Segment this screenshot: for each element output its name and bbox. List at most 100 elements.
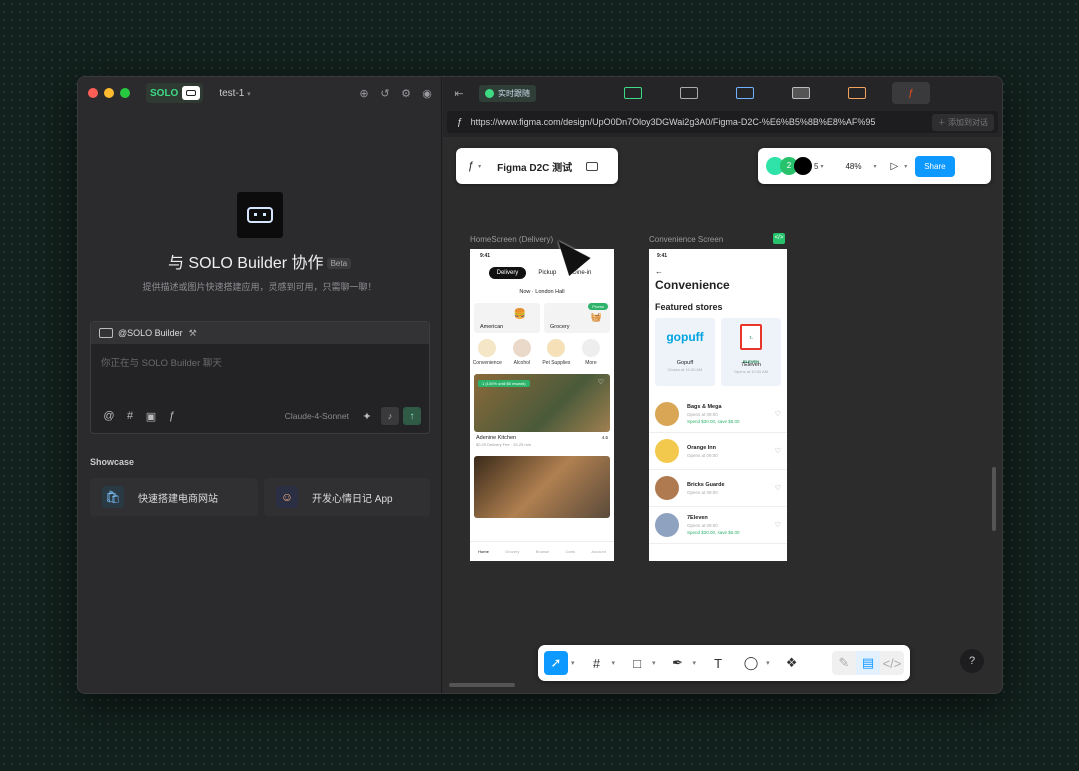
chevron-down-icon[interactable]: ▾: [652, 659, 656, 667]
chevron-down-icon[interactable]: ▾: [693, 659, 697, 667]
settings-icon[interactable]: ⚙: [398, 85, 414, 101]
microphone-button[interactable]: ♪: [381, 407, 399, 425]
close-window-button[interactable]: [88, 88, 98, 98]
dev-mode-icon[interactable]: </>: [880, 651, 904, 675]
tab-terminal[interactable]: [624, 87, 642, 99]
help-button[interactable]: ?: [960, 649, 984, 673]
chat-input[interactable]: 你正在与 SOLO Builder 聊天: [91, 344, 429, 380]
nav-browse[interactable]: Browse: [536, 549, 549, 554]
add-to-chat-button[interactable]: ＋ 添加到对话: [931, 113, 994, 131]
tab-preview[interactable]: [736, 87, 754, 99]
list-item[interactable]: Orange Inn Opens at 09:00 ♡: [649, 433, 787, 470]
chevron-down-icon[interactable]: ▾: [571, 659, 575, 667]
location-label[interactable]: Now · London Hall: [470, 289, 614, 295]
tab-figma[interactable]: ƒ: [892, 82, 930, 104]
file-name[interactable]: Figma D2C 测试: [497, 159, 572, 174]
nav-carts[interactable]: Carts: [565, 549, 575, 554]
solo-mode-badge[interactable]: SOLO: [146, 83, 204, 103]
showcase-item-mood-diary[interactable]: ☺ 开发心情日记 App: [264, 478, 430, 516]
frame-label-convenience[interactable]: Convenience Screen: [649, 235, 723, 244]
chevron-down-icon[interactable]: ▾: [820, 163, 823, 170]
heart-icon[interactable]: ♡: [775, 484, 781, 492]
nav-home[interactable]: Home: [478, 549, 489, 554]
frame-label-home[interactable]: HomeScreen (Delivery): [470, 235, 553, 244]
minimize-window-button[interactable]: [104, 88, 114, 98]
browser-panel: ⇤ 实时跟随 ƒ ƒ https://www.figma.com/design/…: [443, 77, 1002, 693]
collapse-panel-icon[interactable]: ⇤: [451, 85, 467, 101]
tab-design[interactable]: [848, 87, 866, 99]
category-more[interactable]: More: [574, 339, 609, 366]
pen-tool-icon[interactable]: ✒: [666, 651, 690, 675]
url-field[interactable]: https://www.figma.com/design/UpO0Dn7Oloy…: [471, 117, 876, 127]
member-count[interactable]: 5: [814, 162, 818, 171]
nav-account[interactable]: Account: [591, 549, 605, 554]
tab-editor[interactable]: [680, 87, 698, 99]
list-item[interactable]: Bags & Mega Opens at 09:00 Spend $30.00, s…: [649, 396, 787, 433]
restaurant-image[interactable]: 1 (100% until $5 reward) ♡: [474, 374, 610, 432]
rectangle-tool-icon[interactable]: □: [625, 651, 649, 675]
tab-pickup[interactable]: Pickup: [534, 267, 560, 279]
heart-icon[interactable]: ♡: [775, 447, 781, 455]
frame-tool-icon[interactable]: #: [585, 651, 609, 675]
move-tool-icon[interactable]: ➚: [544, 651, 568, 675]
chevron-down-icon[interactable]: ▾: [873, 163, 876, 170]
nav-grocery[interactable]: Grocery: [505, 549, 519, 554]
restaurant-image[interactable]: [474, 456, 610, 518]
chevron-down-icon[interactable]: ▾: [904, 163, 907, 170]
vertical-scrollbar[interactable]: [992, 467, 996, 531]
store-name: Bags & Mega: [687, 404, 722, 410]
tab-docs[interactable]: [792, 87, 810, 99]
heart-icon[interactable]: ♡: [775, 521, 781, 529]
chevron-down-icon[interactable]: ▾: [766, 659, 770, 667]
category-convenience[interactable]: Convenience: [470, 339, 505, 366]
homescreen-frame[interactable]: 9:41 Delivery Pickup Dine-in Now · Londo…: [470, 249, 614, 561]
design-mode-icon[interactable]: ▤: [856, 651, 880, 675]
chevron-down-icon[interactable]: ▾: [478, 163, 481, 170]
horizontal-scrollbar[interactable]: [449, 683, 515, 687]
model-selector[interactable]: Claude-4-Sonnet: [285, 411, 349, 421]
list-item[interactable]: Bricks Guarde Opens at 09:00 ♡: [649, 470, 787, 507]
account-icon[interactable]: ◉: [419, 85, 435, 101]
play-icon[interactable]: ▷: [891, 161, 899, 172]
category-pet-supplies[interactable]: Pet Supplies: [539, 339, 574, 366]
live-follow-toggle[interactable]: 实时跟随: [479, 84, 536, 102]
hero-title: 与 SOLO Builder 协作 Beta: [78, 249, 441, 273]
share-button[interactable]: Share: [915, 155, 955, 177]
tab-delivery[interactable]: Delivery: [488, 267, 527, 279]
draw-mode-icon[interactable]: ✎: [832, 651, 856, 675]
figma-canvas[interactable]: ƒ ▾ Figma D2C 测试 2 5 ▾ 48% ▾ ▷ ▾ Share H…: [443, 137, 1002, 693]
comment-tool-icon[interactable]: ◯: [739, 651, 763, 675]
mention-icon[interactable]: @: [101, 408, 117, 424]
avatar[interactable]: [794, 157, 812, 175]
history-icon[interactable]: ↺: [377, 85, 393, 101]
chevron-down-icon[interactable]: ▾: [612, 659, 616, 667]
new-chat-icon[interactable]: ⊕: [356, 85, 372, 101]
store-card-gopuff[interactable]: gopuff Gopuff Closes at 10:30 AM: [655, 318, 715, 386]
sidebar-toggle-icon[interactable]: [586, 161, 599, 171]
back-arrow-icon[interactable]: ←: [649, 263, 787, 276]
showcase-item-ecommerce[interactable]: 🛍 快速搭建电商网站: [90, 478, 258, 516]
hero-subtitle: 提供描述或图片快速搭建应用，灵感到可用，只需聊一聊！: [142, 282, 377, 292]
category-american[interactable]: American 🍔: [474, 303, 540, 333]
agent-tools-icon[interactable]: ⚒: [189, 328, 197, 339]
category-alcohol[interactable]: Alcohol: [505, 339, 540, 366]
hash-icon[interactable]: #: [122, 408, 138, 424]
code-badge-icon[interactable]: </>: [773, 233, 785, 244]
figma-menu-icon[interactable]: ƒ: [468, 160, 474, 172]
restaurant-info[interactable]: Adenine Kitchen $0.29 Delivery Fee · 15-2…: [470, 432, 614, 450]
store-card-7eleven[interactable]: 7-ELEVEN 7Eleven Opens at 10:00 AM: [721, 318, 781, 386]
components-tool-icon[interactable]: ❖: [780, 651, 804, 675]
sparkle-icon[interactable]: ✦: [359, 408, 375, 424]
send-button[interactable]: ↑: [403, 407, 421, 425]
list-item[interactable]: 7Eleven Opens at 09:00 Spend $30.00, save …: [649, 507, 787, 544]
heart-icon[interactable]: ♡: [775, 410, 781, 418]
heart-icon[interactable]: ♡: [598, 378, 604, 386]
project-selector[interactable]: test-1 ▾: [219, 88, 250, 99]
maximize-window-button[interactable]: [120, 88, 130, 98]
figma-icon[interactable]: ƒ: [164, 408, 180, 424]
text-tool-icon[interactable]: T: [706, 651, 730, 675]
image-icon[interactable]: ▣: [143, 408, 159, 424]
zoom-level[interactable]: 48%: [845, 162, 861, 171]
category-grocery[interactable]: Promo Grocery 🧺: [544, 303, 610, 333]
convenience-frame[interactable]: 9:41 ← Convenience Featured stores gopuf…: [649, 249, 787, 561]
